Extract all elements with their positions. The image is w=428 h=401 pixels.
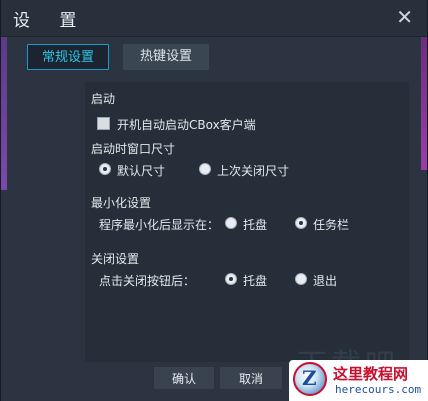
window-size-last-radio[interactable]: [199, 163, 211, 175]
window-size-default-label: 默认尺寸: [117, 164, 166, 178]
window-size-section-label: 启动时窗口尺寸: [91, 142, 176, 156]
title-bar: 设 置 ✕: [1, 0, 427, 37]
minimize-tray-radio[interactable]: [225, 217, 237, 229]
autostart-checkbox[interactable]: [97, 117, 110, 130]
close-icon[interactable]: ✕: [396, 4, 413, 30]
tab-hotkey-settings[interactable]: 热键设置: [123, 44, 209, 70]
close-prompt: 点击关闭按钮后：: [99, 274, 196, 288]
minimize-section-label: 最小化设置: [91, 196, 152, 210]
watermark-logo: Z 这里教程网 herecours.com: [289, 360, 428, 401]
logo-letter: Z: [302, 366, 317, 390]
settings-panel: 启动 开机自动启动CBox客户端 启动时窗口尺寸 默认尺寸 上次关闭尺寸 最小化…: [85, 82, 409, 362]
settings-window: 设 置 ✕ 常规设置 热键设置 启动 开机自动启动CBox客户端 启动时窗口尺寸…: [0, 0, 428, 401]
minimize-tray-label: 托盘: [243, 218, 268, 232]
minimize-prompt: 程序最小化后显示在：: [99, 218, 220, 232]
window-edge-decoration-right: [421, 30, 427, 170]
minimize-taskbar-radio[interactable]: [295, 217, 307, 229]
logo-site-name: 这里教程网: [333, 365, 409, 383]
close-tray-radio[interactable]: [225, 273, 237, 285]
close-exit-radio[interactable]: [295, 273, 307, 285]
startup-section-label: 启动: [91, 92, 116, 106]
autostart-label: 开机自动启动CBox客户端: [117, 118, 256, 132]
confirm-button[interactable]: 确认: [153, 366, 215, 390]
window-title: 设 置: [13, 11, 89, 31]
window-size-last-label: 上次关闭尺寸: [217, 164, 290, 178]
window-edge-decoration-left: [1, 30, 7, 190]
window-size-default-radio[interactable]: [99, 163, 111, 175]
close-section-label: 关闭设置: [91, 252, 140, 266]
tab-general-settings[interactable]: 常规设置: [27, 44, 109, 70]
minimize-taskbar-label: 任务栏: [313, 218, 350, 232]
close-tray-label: 托盘: [243, 274, 268, 288]
close-exit-label: 退出: [313, 274, 338, 288]
logo-site-url: herecours.com: [335, 383, 422, 396]
cancel-button[interactable]: 取消: [219, 366, 283, 390]
